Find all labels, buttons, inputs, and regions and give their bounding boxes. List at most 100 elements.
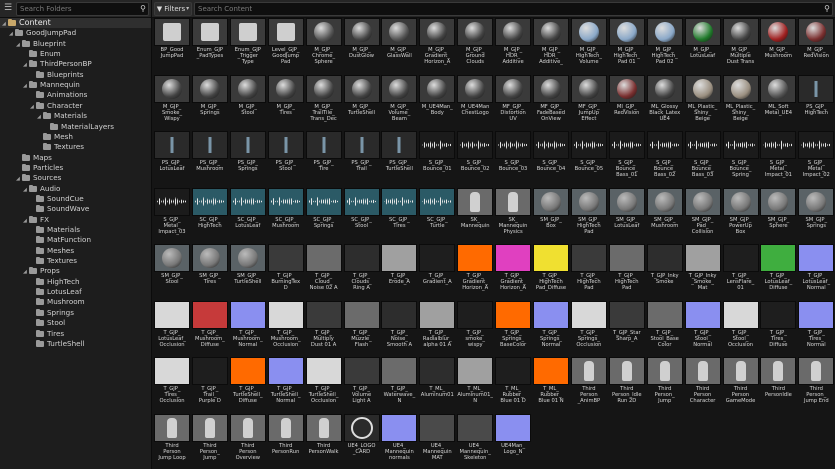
asset-tile[interactable]: ML_Plastic_ Shiny_ Beige — [722, 74, 759, 128]
tree-item-maps[interactable]: Maps — [0, 153, 151, 163]
asset-tile[interactable]: T_GJP_ TurtleShell_ Diffuse — [229, 357, 266, 410]
tree-item-props[interactable]: ◢ Props — [0, 266, 151, 276]
asset-tile[interactable]: T_GJP_ Stool_ Normal — [684, 300, 721, 354]
asset-tile[interactable]: PS_GJP_ Springs — [229, 131, 266, 184]
asset-tile[interactable]: T_GJP_Star Sharp_A — [608, 300, 645, 354]
asset-tile[interactable]: Third PersonWalk — [305, 413, 342, 467]
tree-item-materials[interactable]: Materials — [0, 225, 151, 235]
asset-tile[interactable]: T_GJP_ Tires_ Normal — [798, 300, 835, 354]
asset-tile[interactable]: M_UE4Man_ Body — [419, 74, 456, 128]
asset-tile[interactable]: T_GJP_ Tires_ Occlusion — [154, 357, 190, 410]
asset-tile[interactable]: T_GJP_ Stool_Base Color — [646, 300, 683, 354]
asset-tile[interactable]: Enum_GJP _PadTypes — [191, 18, 228, 71]
asset-tile[interactable]: T_ML_ Aluminum01_ N — [457, 357, 494, 410]
asset-tile[interactable]: T_GJP_ TurtleShell_ Occlusion — [305, 357, 342, 410]
asset-tile[interactable]: T_GJP_ Clouds_ Ring A — [343, 244, 380, 297]
asset-tile[interactable]: S_GJP_ Bounce_04 — [533, 131, 569, 184]
asset-tile[interactable]: SC_GJP_ LotusLeaf — [229, 187, 266, 241]
asset-tile[interactable]: SM_GJP_ Mushroom — [646, 187, 683, 241]
tree-item-audio[interactable]: ◢ Audio — [0, 184, 151, 194]
asset-tile[interactable]: SK_ Mannequin Physics — [495, 187, 532, 241]
asset-tile[interactable]: S_GJP_ Metal_ Impact_03 — [154, 187, 190, 241]
asset-tile[interactable]: M_GJP_ Stool — [229, 74, 266, 128]
asset-tile[interactable]: T_GJP_ LotusLeaf_ Diffuse — [760, 244, 797, 297]
asset-tile[interactable]: T_GJP_ LotusLeaf_ Occlusion — [154, 300, 190, 354]
asset-tile[interactable]: M_GJP_ HDR_ Additive_ — [533, 18, 569, 71]
asset-tile[interactable]: T_GJP_ BurningTex D — [267, 244, 304, 297]
tree-item-tires[interactable]: Tires — [0, 329, 151, 339]
asset-tile[interactable]: Third Person_ Jump — [646, 357, 683, 410]
asset-tile[interactable]: M_GJP_ LotusLeaf — [684, 18, 721, 71]
filters-button[interactable]: ▼ Filters ▾ — [154, 1, 192, 16]
asset-tile[interactable]: M_GJP_ Volume_ Beam — [381, 74, 418, 128]
asset-tile[interactable]: SM_GJP_ Springs — [798, 187, 835, 241]
asset-tile[interactable]: T_GJP_ Trail_ Purple D — [191, 357, 228, 410]
asset-tile[interactable]: MF_GJP_ Distortion UV — [495, 74, 532, 128]
asset-tile[interactable]: Third Person Character — [684, 357, 721, 410]
asset-tile[interactable]: UE4_ Mannequin MAT — [419, 413, 456, 467]
asset-tile[interactable]: T_GJP_ Radialblur_ alpha 01 A — [419, 300, 456, 354]
tree-item-mushroom[interactable]: Mushroom — [0, 297, 151, 307]
asset-tile[interactable]: T_GJP_ Gradient_A — [419, 244, 456, 297]
asset-tile[interactable]: PS_GJP_ LotusLeaf — [154, 131, 190, 184]
asset-tile[interactable]: T_GJP_ Cloud_ Noise 02 A — [305, 244, 342, 297]
asset-tile[interactable]: T_GJP_ HighTech Pad_Diffuse — [533, 244, 569, 297]
asset-tile[interactable]: SM_GJP_ LotusLeaf — [608, 187, 645, 241]
asset-tile[interactable]: S_GJP_ Bounce_05 — [570, 131, 607, 184]
asset-tile[interactable]: S_GJP_ Bounce_03 — [495, 131, 532, 184]
asset-tile[interactable]: Third Person Overview — [229, 413, 266, 467]
tree-item-blueprints[interactable]: Blueprints — [0, 70, 151, 80]
search-icon[interactable]: ⚲ — [138, 4, 148, 13]
asset-tile[interactable]: SM_GJP_ Box — [533, 187, 569, 241]
tree-item-stool[interactable]: Stool — [0, 318, 151, 328]
asset-tile[interactable]: T_GJP_ LotusLeaf_ Normal — [798, 244, 835, 297]
asset-tile[interactable]: T_GJP_ Erode_A — [381, 244, 418, 297]
asset-tile[interactable]: S_GJP_ Bounce_ Bass_02 — [646, 131, 683, 184]
asset-tile[interactable]: T_GJP_ LensFlare_ 01 — [722, 244, 759, 297]
asset-tile[interactable]: PS_GJP_ HighTech — [798, 74, 835, 128]
tree-item-particles[interactable]: Particles — [0, 163, 151, 173]
tree-item-hightech[interactable]: HighTech — [0, 277, 151, 287]
asset-tile[interactable]: Third Person GameMode — [722, 357, 759, 410]
asset-tile[interactable]: M_GJP_ Tires — [267, 74, 304, 128]
asset-tile[interactable]: T_GJP_ Volume Light A — [343, 357, 380, 410]
asset-tile[interactable]: PS_GJP_ Stool — [267, 131, 304, 184]
asset-tile[interactable]: T_GJP_Inky Smoke — [646, 244, 683, 297]
tree-item-soundcue[interactable]: SoundCue — [0, 194, 151, 204]
asset-tile[interactable]: MF_GJP_ JumpUp Effect — [570, 74, 607, 128]
asset-tile[interactable]: SM_GJP_ Tires — [191, 244, 228, 297]
asset-tile[interactable]: ML_Glossy Black_Latex UE4 — [646, 74, 683, 128]
asset-tile[interactable]: S_GJP_ Bounce_02 — [457, 131, 494, 184]
tree-item-mesh[interactable]: Mesh — [0, 132, 151, 142]
asset-tile[interactable]: SM_GJP_ Stool — [154, 244, 190, 297]
asset-tile[interactable]: Third Person_ Jump End — [798, 357, 835, 410]
tree-item-lotusleaf[interactable]: LotusLeaf — [0, 287, 151, 297]
asset-tile[interactable]: M_GJP_ Smoke_ Wispy — [154, 74, 190, 128]
asset-tile[interactable]: MF_GJP_ FadeBased OnView — [533, 74, 569, 128]
asset-tile[interactable]: Third PersonRun — [267, 413, 304, 467]
asset-tile[interactable]: T_GJP_ Muzzle_ Flash — [343, 300, 380, 354]
asset-tile[interactable]: SC_GJP_ Tires — [381, 187, 418, 241]
asset-tile[interactable]: UE4_ Mannequin_ Skeleton — [457, 413, 494, 467]
asset-tile[interactable]: M_GJP_ Chrome_ Sphere — [305, 18, 342, 71]
asset-tile[interactable]: S_GJP_ Metal_ Impact_01 — [760, 131, 797, 184]
tree-item-fx[interactable]: ◢ FX — [0, 215, 151, 225]
asset-tile[interactable]: SK_ Mannequin — [457, 187, 494, 241]
asset-tile[interactable]: M_GJP_ RedVision — [798, 18, 835, 71]
asset-tile[interactable]: SC_GJP_ Springs — [305, 187, 342, 241]
asset-tile[interactable]: M_GJP_ Mushroom — [760, 18, 797, 71]
tree-item-meshes[interactable]: Meshes — [0, 246, 151, 256]
asset-tile[interactable]: T_ML_ Rubber_ Blue 01 D — [495, 357, 532, 410]
asset-tile[interactable]: T_GJP_ Stool_ Occlusion — [722, 300, 759, 354]
asset-tile[interactable]: M_GJP_ Multiple Dust Trans — [722, 18, 759, 71]
panel-toggle-icon[interactable]: ☰ — [2, 2, 14, 15]
asset-tile[interactable]: Third Person Jump Loop — [154, 413, 190, 467]
asset-tile[interactable]: T_GJP_ Mushroom_ Diffuse — [191, 300, 228, 354]
asset-tile[interactable]: T_ML_ Aluminum01 — [419, 357, 456, 410]
asset-tile[interactable]: SC_GJP_ HighTech — [191, 187, 228, 241]
asset-tile[interactable]: T_GJP_ Springs_ Normal — [533, 300, 569, 354]
asset-tile[interactable]: SC_GJP_ Turtle — [419, 187, 456, 241]
asset-tile[interactable]: M_GJP_ Gradient_ Horizon_A — [419, 18, 456, 71]
asset-tile[interactable]: T_GJP_ Multiply Dust 01 A — [305, 300, 342, 354]
asset-tile[interactable]: T_GJP_ Waterwave_ N — [381, 357, 418, 410]
